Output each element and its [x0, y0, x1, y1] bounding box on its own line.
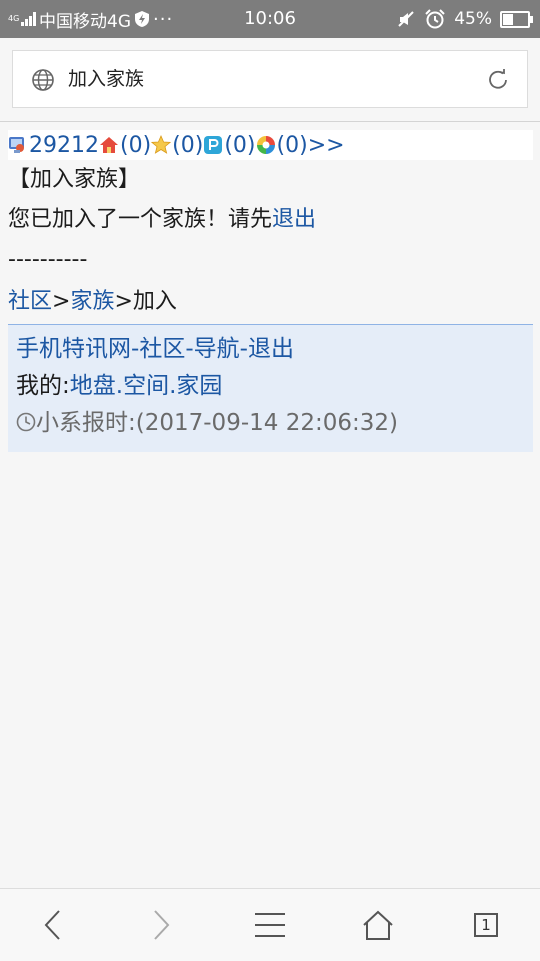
time-label: 小系报时: [36, 410, 136, 436]
join-message: 您已加入了一个家族！请先退出 [8, 200, 533, 240]
footer-links-row: 手机特讯网-社区-导航-退出 [16, 331, 533, 368]
mine-row: 我的:地盘.空间.家园 [16, 368, 533, 405]
more-link[interactable]: >> [308, 133, 345, 158]
status-bar: 4G 中国移动4G ··· 10:06 45% [0, 0, 540, 38]
breadcrumb-community-link[interactable]: 社区 [8, 289, 52, 314]
time-row: 小系报时:(2017-09-14 22:06:32) [16, 405, 533, 442]
back-button[interactable] [8, 889, 98, 961]
more-notifications-icon: ··· [153, 8, 174, 30]
battery-percent: 45% [454, 9, 492, 29]
breadcrumb: 社区>家族>加入 [8, 282, 533, 322]
colorful-ball-icon[interactable] [256, 135, 276, 155]
address-bar[interactable]: 加入家族 [12, 50, 528, 108]
breadcrumb-sep: > [114, 289, 133, 314]
logout-link[interactable]: 退出 [248, 336, 294, 362]
footer-sep: - [239, 336, 248, 362]
footer-sep: - [185, 336, 194, 362]
tab-count-badge: 1 [474, 913, 498, 937]
navigation-link[interactable]: 导航 [194, 336, 240, 362]
user-id-link[interactable]: 29212 [29, 133, 99, 158]
network-type-label: 4G [8, 14, 20, 23]
separator-text: ---------- [8, 247, 88, 272]
menu-button[interactable] [225, 889, 315, 961]
page-content: 29212 (0) (0) (0) (0) >> 【加入家族】 您已加入了一个家… [8, 128, 533, 452]
shield-icon [135, 11, 149, 27]
message-text: 您已加入了一个家族！请先 [8, 207, 273, 232]
star-count[interactable]: (0) [172, 133, 203, 158]
browser-toolbar: 1 [0, 888, 540, 961]
territory-link[interactable]: 地盘 [70, 373, 116, 399]
site-home-link[interactable]: 手机特讯网 [16, 336, 131, 362]
quit-family-link[interactable]: 退出 [272, 207, 316, 232]
clock-icon [16, 412, 36, 432]
home-button[interactable] [333, 889, 423, 961]
page-heading: 【加入家族】 [8, 167, 141, 192]
mute-icon [398, 11, 414, 27]
page-title[interactable]: 加入家族 [68, 51, 144, 107]
ball-count[interactable]: (0) [277, 133, 308, 158]
home-icon[interactable] [99, 135, 119, 155]
chevron-left-icon [44, 910, 60, 940]
homestead-link[interactable]: 家园 [176, 373, 222, 399]
user-monitor-icon[interactable] [8, 135, 28, 155]
p-badge-icon[interactable] [203, 135, 223, 155]
breadcrumb-family-link[interactable]: 家族 [70, 289, 114, 314]
carrier-label: 中国移动4G [39, 11, 131, 32]
community-link[interactable]: 社区 [139, 336, 185, 362]
house-icon [363, 910, 393, 940]
footer-panel: 手机特讯网-社区-导航-退出 我的:地盘.空间.家园 小系报时:(2017-09… [8, 324, 533, 452]
reload-icon[interactable] [485, 67, 511, 93]
tabs-button[interactable]: 1 [441, 889, 531, 961]
p-count[interactable]: (0) [224, 133, 255, 158]
space-link[interactable]: 空间 [123, 373, 169, 399]
mine-sep: . [115, 373, 124, 399]
alarm-icon [425, 9, 445, 29]
star-icon[interactable] [151, 135, 172, 155]
forward-button[interactable] [116, 889, 206, 961]
battery-icon [500, 10, 533, 28]
divider [0, 121, 540, 122]
mine-label: 我的: [16, 373, 70, 399]
globe-icon [32, 69, 54, 91]
time-value: (2017-09-14 22:06:32) [135, 410, 398, 436]
breadcrumb-sep: > [52, 289, 71, 314]
signal-icon [21, 12, 36, 26]
nav-icon-bar: 29212 (0) (0) (0) (0) >> [8, 130, 533, 160]
home-count[interactable]: (0) [120, 133, 151, 158]
breadcrumb-current: 加入 [132, 289, 177, 314]
chevron-right-icon [154, 910, 170, 940]
hamburger-menu-icon [255, 913, 285, 937]
